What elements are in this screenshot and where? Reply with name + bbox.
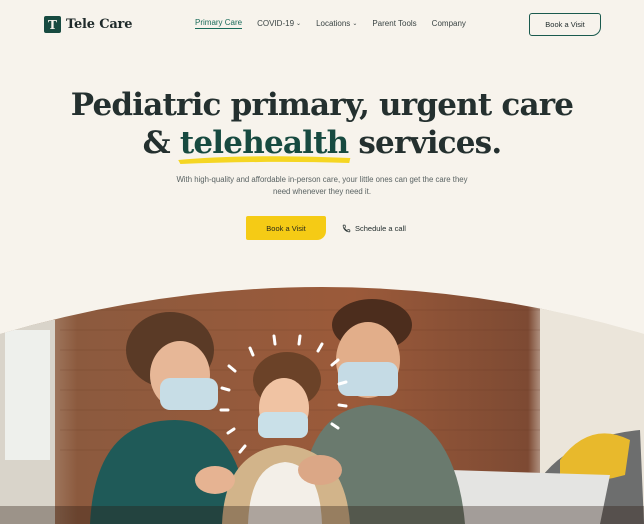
chevron-down-icon: ⌄ xyxy=(352,21,358,27)
hero-title-line-1: Pediatric primary, urgent care xyxy=(70,87,574,123)
nav-item-label: Parent Tools xyxy=(372,19,417,28)
header-book-visit-button[interactable]: Book a Visit xyxy=(529,13,601,36)
schedule-call-label: Schedule a call xyxy=(355,223,406,233)
nav-item-label: Primary Care xyxy=(195,18,243,27)
nav-item-primary-care[interactable]: Primary Care xyxy=(195,18,243,29)
nav-item-parent-tools[interactable]: Parent Tools xyxy=(372,18,416,29)
hero-title-suffix: services. xyxy=(348,125,502,161)
nav-item-label: COVID-19 xyxy=(257,19,295,28)
nav-item-covid-19[interactable]: COVID-19 ⌄ xyxy=(257,18,301,29)
brand-name: Tele Care xyxy=(66,17,133,32)
hero-title-line-2: & telehealth services. xyxy=(0,124,644,164)
main-nav: Primary Care COVID-19 ⌄ Locations ⌄ Pare… xyxy=(195,18,466,29)
site-header: T Tele Care Primary Care COVID-19 ⌄ Loca… xyxy=(0,0,644,50)
schedule-call-link[interactable]: Schedule a call xyxy=(342,224,406,233)
hero-title-highlight-text: telehealth xyxy=(179,125,349,161)
hero-actions: Book a Visit Schedule a call xyxy=(246,216,406,240)
hero-title-prefix: & xyxy=(142,125,180,161)
hero-family-photo xyxy=(0,270,644,524)
nav-item-label: Locations xyxy=(316,19,351,28)
chevron-down-icon: ⌄ xyxy=(296,21,302,27)
hero-title: Pediatric primary, urgent care & telehea… xyxy=(0,86,644,164)
nav-item-company[interactable]: Company xyxy=(432,18,466,29)
nav-item-locations[interactable]: Locations ⌄ xyxy=(316,18,357,29)
nav-item-label: Company xyxy=(431,19,466,28)
phone-icon xyxy=(342,224,351,232)
logo-mark-icon: T xyxy=(44,16,61,33)
family-photo-illustration xyxy=(0,287,644,524)
book-visit-button[interactable]: Book a Visit xyxy=(246,216,326,240)
hero-subtitle: With high-quality and affordable in-pers… xyxy=(176,175,468,196)
hero-title-highlight: telehealth xyxy=(178,124,351,164)
brand-logo[interactable]: T Tele Care xyxy=(44,16,132,33)
